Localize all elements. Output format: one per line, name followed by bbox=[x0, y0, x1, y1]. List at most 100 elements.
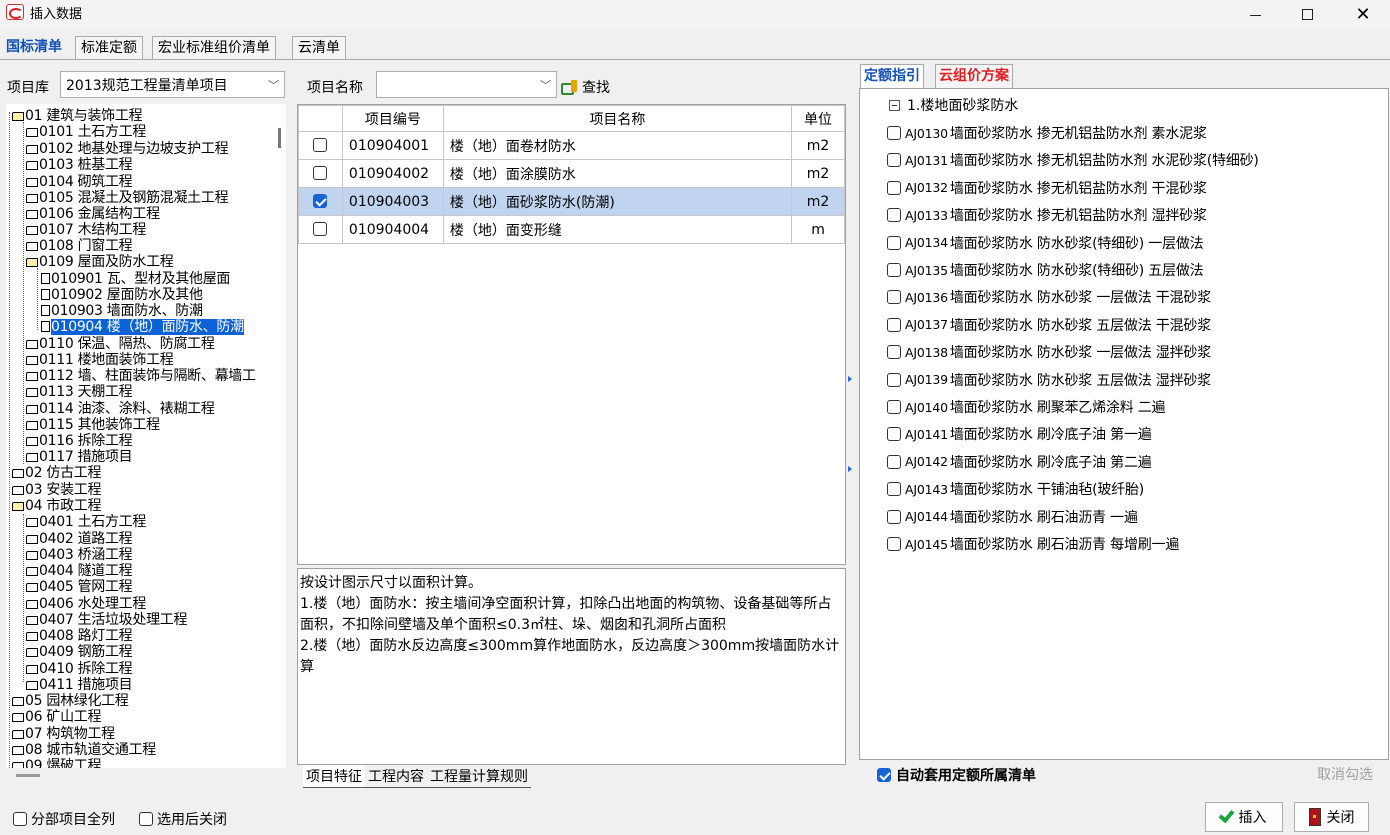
tree-node-06[interactable]: 06 矿山工程 bbox=[12, 709, 101, 725]
tab-quantity-rules[interactable]: 工程量计算规则 bbox=[427, 765, 531, 788]
tree-horizontal-scrollbar[interactable] bbox=[16, 774, 40, 777]
project-tree[interactable]: 01 建筑与装饰工程 0101 土石方工程 0102 地基处理与边坡支护工程 0… bbox=[6, 104, 286, 768]
tree-node-0410[interactable]: 0410 拆除工程 bbox=[26, 661, 133, 677]
row-select-cell[interactable] bbox=[298, 131, 343, 160]
tree-node-0116[interactable]: 0116 拆除工程 bbox=[26, 433, 133, 449]
table-row[interactable]: 010904002 楼（地）面涂膜防水 m2 bbox=[298, 159, 845, 188]
quota-checkbox[interactable] bbox=[887, 454, 901, 469]
quota-item[interactable]: AJ0136 墙面砂浆防水 防水砂浆 一层做法 干混砂浆 bbox=[887, 287, 1211, 307]
tree-node-0402[interactable]: 0402 道路工程 bbox=[26, 531, 133, 547]
quota-checkbox[interactable] bbox=[887, 290, 901, 305]
quota-item[interactable]: AJ0137 墙面砂浆防水 防水砂浆 五层做法 干混砂浆 bbox=[887, 315, 1211, 335]
table-row[interactable]: 010904004 楼（地）面变形缝 m bbox=[298, 215, 845, 244]
table-row[interactable]: 010904001 楼（地）面卷材防水 m2 bbox=[298, 131, 845, 160]
tree-node-0407[interactable]: 0407 生活垃圾处理工程 bbox=[26, 612, 187, 628]
close-button[interactable]: 关闭 bbox=[1294, 802, 1369, 832]
tree-node-0409[interactable]: 0409 钢筋工程 bbox=[26, 644, 133, 660]
tree-node-04[interactable]: 04 市政工程 bbox=[12, 498, 101, 514]
quota-item[interactable]: AJ0139 墙面砂浆防水 防水砂浆 五层做法 湿拌砂浆 bbox=[887, 370, 1211, 390]
quota-checkbox[interactable] bbox=[887, 427, 901, 442]
tab-quota-guide[interactable]: 定额指引 bbox=[860, 64, 924, 88]
tab-work-content[interactable]: 工程内容 bbox=[365, 765, 427, 788]
quota-checkbox[interactable] bbox=[887, 317, 901, 332]
tab-cloud-list[interactable]: 云清单 bbox=[292, 36, 346, 59]
tree-node-0401[interactable]: 0401 土石方工程 bbox=[26, 514, 146, 530]
tree-node-0101[interactable]: 0101 土石方工程 bbox=[26, 124, 146, 140]
tab-national-list[interactable]: 国标清单 bbox=[0, 35, 68, 60]
tree-node-01[interactable]: 01 建筑与装饰工程 bbox=[12, 108, 143, 124]
tree-node-0115[interactable]: 0115 其他装饰工程 bbox=[26, 417, 160, 433]
quota-item[interactable]: AJ0140 墙面砂浆防水 刷聚苯乙烯涂料 二遍 bbox=[887, 397, 1166, 417]
minimize-button[interactable] bbox=[1232, 0, 1278, 28]
tree-node-0406[interactable]: 0406 水处理工程 bbox=[26, 596, 146, 612]
quota-item[interactable]: AJ0144 墙面砂浆防水 刷石油沥青 一遍 bbox=[887, 507, 1138, 527]
quota-checkbox[interactable] bbox=[887, 345, 901, 360]
quota-checkbox[interactable] bbox=[887, 509, 901, 524]
tree-node-0108[interactable]: 0108 门窗工程 bbox=[26, 238, 133, 254]
tree-node-09[interactable]: 09 爆破工程 bbox=[12, 758, 101, 768]
quota-checkbox[interactable] bbox=[887, 400, 901, 414]
tree-node-0107[interactable]: 0107 木结构工程 bbox=[26, 222, 146, 238]
tree-node-05[interactable]: 05 园林绿化工程 bbox=[12, 693, 129, 709]
row-select-cell[interactable] bbox=[298, 215, 343, 244]
cancel-check-button[interactable]: 取消勾选 bbox=[1317, 764, 1373, 784]
tree-node-0404[interactable]: 0404 隧道工程 bbox=[26, 563, 133, 579]
quota-checkbox[interactable] bbox=[887, 208, 901, 223]
tab-item-features[interactable]: 项目特征 bbox=[303, 765, 365, 788]
tree-node-03[interactable]: 03 安装工程 bbox=[12, 482, 101, 498]
quota-checkbox[interactable] bbox=[887, 372, 901, 387]
quota-item[interactable]: AJ0142 墙面砂浆防水 刷冷底子油 第二遍 bbox=[887, 452, 1152, 472]
quota-item[interactable]: AJ0143 墙面砂浆防水 干铺油毡(玻纤胎) bbox=[887, 479, 1144, 499]
tree-node-0110[interactable]: 0110 保温、隔热、防腐工程 bbox=[26, 336, 215, 352]
tree-scrollbar[interactable] bbox=[278, 128, 281, 148]
quota-checkbox[interactable] bbox=[887, 126, 901, 140]
tree-node-0104[interactable]: 0104 砌筑工程 bbox=[26, 174, 133, 190]
tab-cloud-pricing[interactable]: 云组价方案 bbox=[935, 64, 1013, 88]
tab-standard-quota[interactable]: 标准定额 bbox=[75, 36, 143, 59]
tree-node-0109[interactable]: 0109 屋面及防水工程 bbox=[26, 254, 174, 270]
close-after-select-checkbox[interactable]: 选用后关闭 bbox=[139, 809, 227, 829]
quota-item[interactable]: AJ0131 墙面砂浆防水 掺无机铝盐防水剂 水泥砂浆(特细砂) bbox=[887, 150, 1259, 170]
quota-checkbox[interactable] bbox=[887, 482, 901, 497]
quota-item[interactable]: AJ0141 墙面砂浆防水 刷冷底子油 第一遍 bbox=[887, 424, 1152, 444]
tree-node-0105[interactable]: 0105 混凝土及钢筋混凝土工程 bbox=[26, 190, 229, 206]
quota-checkbox[interactable] bbox=[887, 537, 901, 551]
tree-node-0102[interactable]: 0102 地基处理与边坡支护工程 bbox=[26, 141, 229, 157]
project-name-combobox[interactable]: ﹀ bbox=[376, 71, 557, 98]
panel-splitter[interactable] bbox=[848, 376, 852, 476]
tree-node-07[interactable]: 07 构筑物工程 bbox=[12, 726, 115, 742]
quota-checkbox[interactable] bbox=[887, 180, 901, 195]
quota-checkbox[interactable] bbox=[887, 235, 901, 250]
tree-node-010901[interactable]: 010901 瓦、型材及其他屋面 bbox=[41, 271, 230, 287]
tree-node-0405[interactable]: 0405 管网工程 bbox=[26, 579, 133, 595]
tree-node-010904[interactable]: 010904 楼（地）面防水、防潮 bbox=[41, 319, 244, 335]
row-checkbox[interactable] bbox=[313, 137, 328, 152]
find-button[interactable]: 查找 bbox=[561, 77, 610, 97]
tree-node-0112[interactable]: 0112 墙、柱面装饰与隔断、幕墙工 bbox=[26, 368, 256, 384]
tree-node-0103[interactable]: 0103 桩基工程 bbox=[26, 157, 133, 173]
library-select[interactable]: 2013规范工程量清单项目 ﹀ bbox=[60, 71, 285, 98]
tree-node-02[interactable]: 02 仿古工程 bbox=[12, 465, 101, 481]
tree-node-0114[interactable]: 0114 油漆、涂料、裱糊工程 bbox=[26, 401, 215, 417]
collapse-icon[interactable] bbox=[889, 100, 900, 111]
tree-node-010903[interactable]: 010903 墙面防水、防潮 bbox=[41, 303, 203, 319]
tree-node-0113[interactable]: 0113 天棚工程 bbox=[26, 384, 133, 400]
quota-item[interactable]: AJ0145 墙面砂浆防水 刷石油沥青 每增刷一遍 bbox=[887, 534, 1179, 554]
row-checkbox[interactable] bbox=[313, 165, 328, 180]
row-checkbox[interactable] bbox=[313, 221, 328, 236]
quota-item[interactable]: AJ0134 墙面砂浆防水 防水砂浆(特细砂) 一层做法 bbox=[887, 233, 1204, 253]
maximize-button[interactable] bbox=[1284, 0, 1330, 28]
quota-item[interactable]: AJ0133 墙面砂浆防水 掺无机铝盐防水剂 湿拌砂浆 bbox=[887, 205, 1207, 225]
table-row[interactable]: 010904003 楼（地）面砂浆防水(防潮) m2 bbox=[298, 187, 845, 216]
tree-node-0403[interactable]: 0403 桥涵工程 bbox=[26, 547, 133, 563]
quota-checkbox[interactable] bbox=[887, 263, 901, 277]
insert-button[interactable]: 插入 bbox=[1205, 802, 1283, 832]
quota-item[interactable]: AJ0132 墙面砂浆防水 掺无机铝盐防水剂 干混砂浆 bbox=[887, 178, 1207, 198]
tree-node-010902[interactable]: 010902 屋面防水及其他 bbox=[41, 287, 203, 303]
auto-apply-checkbox[interactable]: 自动套用定额所属清单 bbox=[877, 765, 1036, 785]
tree-node-08[interactable]: 08 城市轨道交通工程 bbox=[12, 742, 156, 758]
row-checkbox[interactable] bbox=[313, 193, 328, 208]
tree-node-0117[interactable]: 0117 措施项目 bbox=[26, 449, 133, 465]
row-select-cell[interactable] bbox=[298, 159, 343, 188]
tree-node-0111[interactable]: 0111 楼地面装饰工程 bbox=[26, 352, 174, 368]
